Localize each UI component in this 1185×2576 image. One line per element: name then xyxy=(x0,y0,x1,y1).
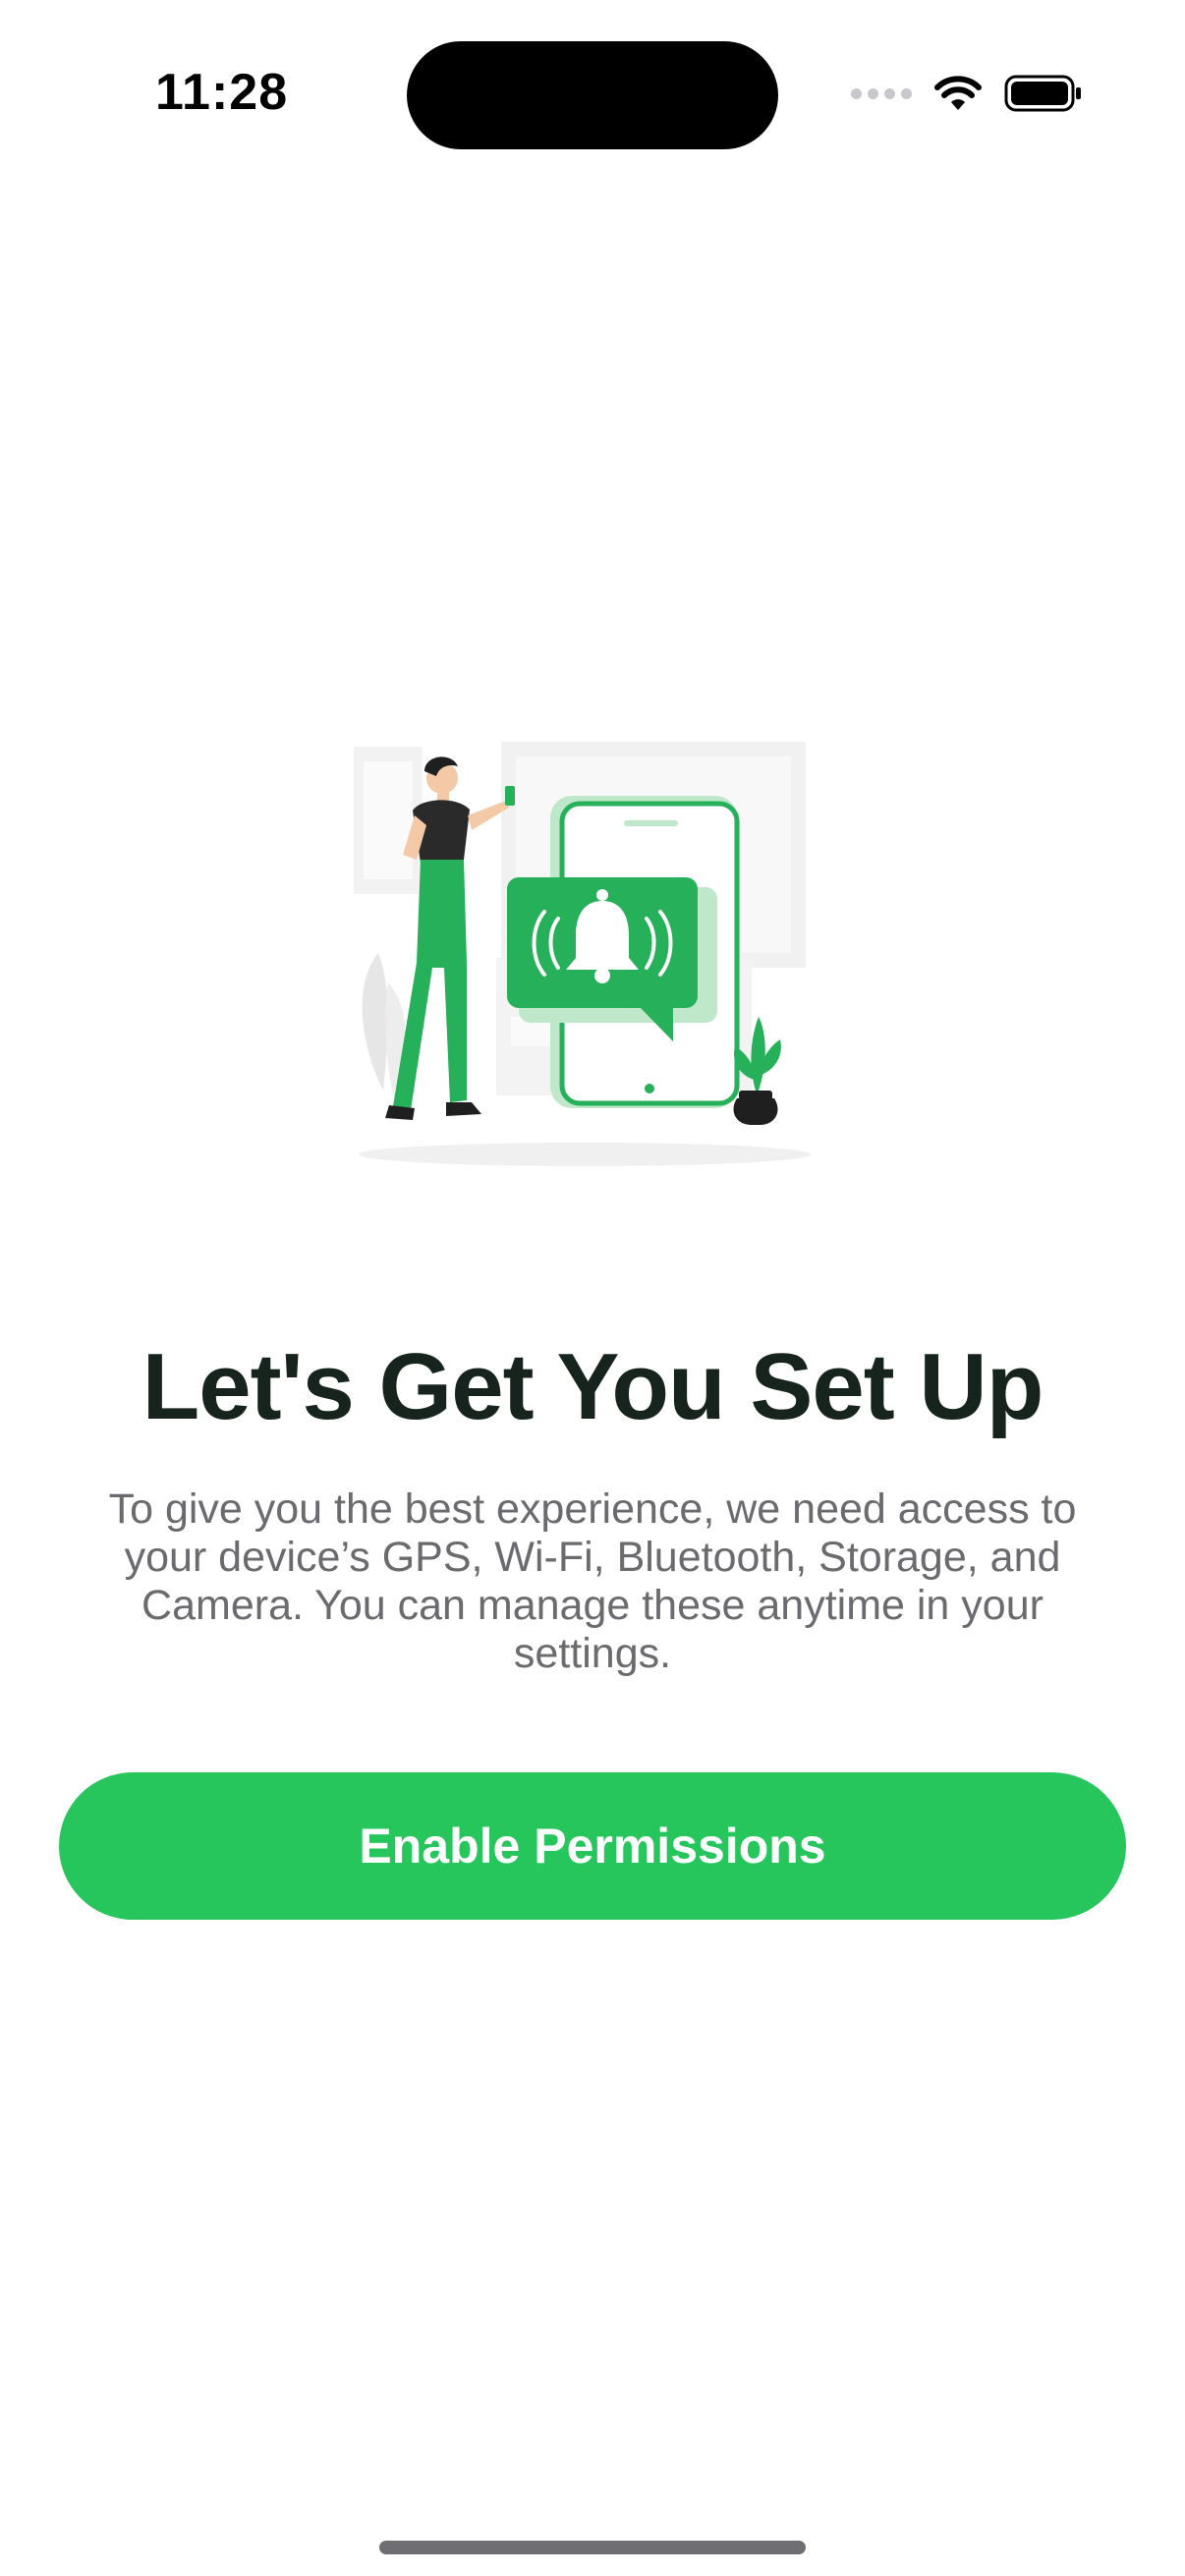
dynamic-island xyxy=(407,41,778,149)
cellular-signal-icon xyxy=(851,87,912,99)
notification-illustration xyxy=(354,742,811,1166)
wifi-icon xyxy=(934,76,982,110)
enable-permissions-button[interactable]: Enable Permissions xyxy=(59,1772,1126,1920)
home-indicator[interactable] xyxy=(379,2541,806,2554)
permissions-description: To give you the best experience, we need… xyxy=(108,1485,1077,1677)
page-title: Let's Get You Set Up xyxy=(141,1334,1044,1439)
status-bar: 11:28 xyxy=(0,0,1185,196)
permissions-onboarding-screen: 11:28 Let's Get You Set Up To give you t… xyxy=(0,0,1185,2576)
status-time: 11:28 xyxy=(155,64,289,121)
battery-icon xyxy=(1004,75,1081,112)
status-icons xyxy=(851,69,1083,118)
